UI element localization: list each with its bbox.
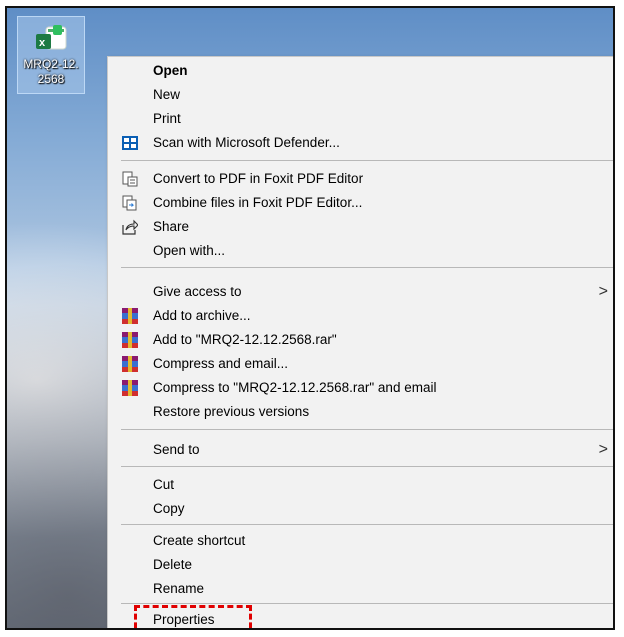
menu-item-foxit-convert[interactable]: Convert to PDF in Foxit PDF Editor	[108, 167, 613, 191]
menu-item-add-to-rar[interactable]: Add to "MRQ2-12.12.2568.rar"	[108, 328, 613, 352]
file-name-label: MRQ2-12. 2568	[23, 57, 79, 86]
menu-item-scan-defender[interactable]: Scan with Microsoft Defender...	[108, 131, 613, 155]
share-icon	[122, 219, 138, 235]
menu-separator	[121, 466, 613, 467]
winrar-icon	[122, 356, 138, 372]
desktop-file-icon[interactable]: x MRQ2-12. 2568	[17, 16, 85, 94]
menu-item-open-with[interactable]: Open with...	[108, 239, 613, 263]
menu-separator	[121, 603, 613, 604]
menu-separator	[121, 429, 613, 430]
winrar-icon	[122, 308, 138, 324]
foxit-combine-icon	[122, 195, 137, 211]
menu-item-rename[interactable]: Rename	[108, 577, 613, 601]
context-menu: Open New Print Scan with Microsoft Defen…	[107, 56, 613, 628]
menu-separator	[121, 524, 613, 525]
defender-shield-icon	[122, 136, 138, 150]
menu-item-share[interactable]: Share	[108, 215, 613, 239]
menu-item-delete[interactable]: Delete	[108, 553, 613, 577]
properties-highlight-box	[134, 605, 252, 628]
screenshot-frame: x MRQ2-12. 2568 Open New Print Scan with	[5, 6, 615, 630]
menu-item-copy[interactable]: Copy	[108, 497, 613, 521]
menu-item-compress-rar-email[interactable]: Compress to "MRQ2-12.12.2568.rar" and em…	[108, 376, 613, 400]
menu-item-compress-email[interactable]: Compress and email...	[108, 352, 613, 376]
menu-item-open[interactable]: Open	[108, 59, 613, 83]
menu-item-print[interactable]: Print	[108, 107, 613, 131]
menu-item-send-to[interactable]: Send to >	[108, 438, 613, 462]
menu-item-new[interactable]: New	[108, 83, 613, 107]
menu-item-give-access[interactable]: Give access to >	[108, 280, 613, 304]
menu-item-foxit-combine[interactable]: Combine files in Foxit PDF Editor...	[108, 191, 613, 215]
menu-separator	[121, 160, 613, 161]
winrar-icon	[122, 332, 138, 348]
foxit-convert-icon	[122, 171, 138, 187]
winrar-icon	[122, 380, 138, 396]
excel-file-icon: x	[36, 25, 67, 50]
menu-item-restore-versions[interactable]: Restore previous versions	[108, 400, 613, 424]
menu-item-cut[interactable]: Cut	[108, 473, 613, 497]
svg-text:x: x	[39, 37, 46, 49]
menu-item-create-shortcut[interactable]: Create shortcut	[108, 529, 613, 553]
menu-item-add-archive[interactable]: Add to archive...	[108, 304, 613, 328]
chevron-right-icon: >	[598, 283, 608, 300]
menu-separator	[121, 267, 613, 268]
chevron-right-icon: >	[598, 441, 608, 458]
